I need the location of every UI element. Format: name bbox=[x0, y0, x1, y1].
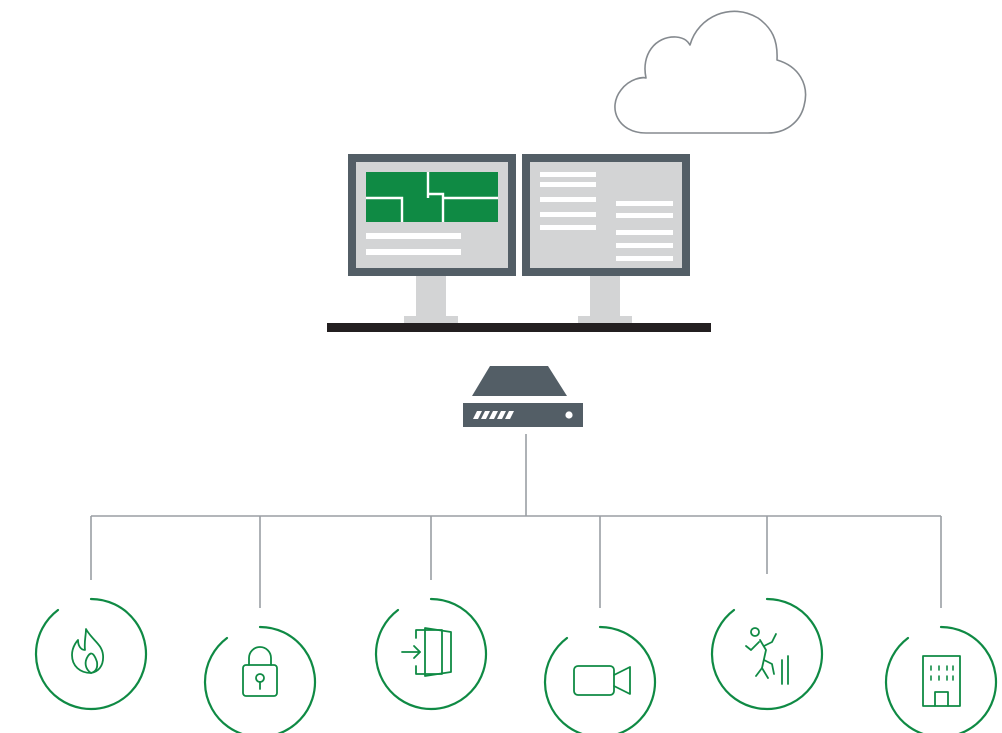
door-entry-icon bbox=[374, 597, 488, 711]
desk bbox=[327, 323, 711, 332]
cloud-icon bbox=[614, 10, 807, 134]
dual-monitor-workstation-icon bbox=[327, 154, 711, 332]
right-monitor bbox=[522, 154, 690, 324]
network-server-icon bbox=[463, 366, 583, 427]
connection-lines bbox=[90, 434, 942, 608]
security-network-diagram bbox=[34, 10, 998, 733]
video-camera-icon bbox=[543, 625, 657, 733]
floorplan-map bbox=[366, 172, 498, 222]
flame-icon bbox=[34, 597, 148, 711]
padlock-icon bbox=[203, 625, 317, 733]
left-monitor bbox=[348, 154, 516, 324]
building-icon bbox=[884, 625, 998, 733]
intruder-icon bbox=[710, 597, 824, 711]
